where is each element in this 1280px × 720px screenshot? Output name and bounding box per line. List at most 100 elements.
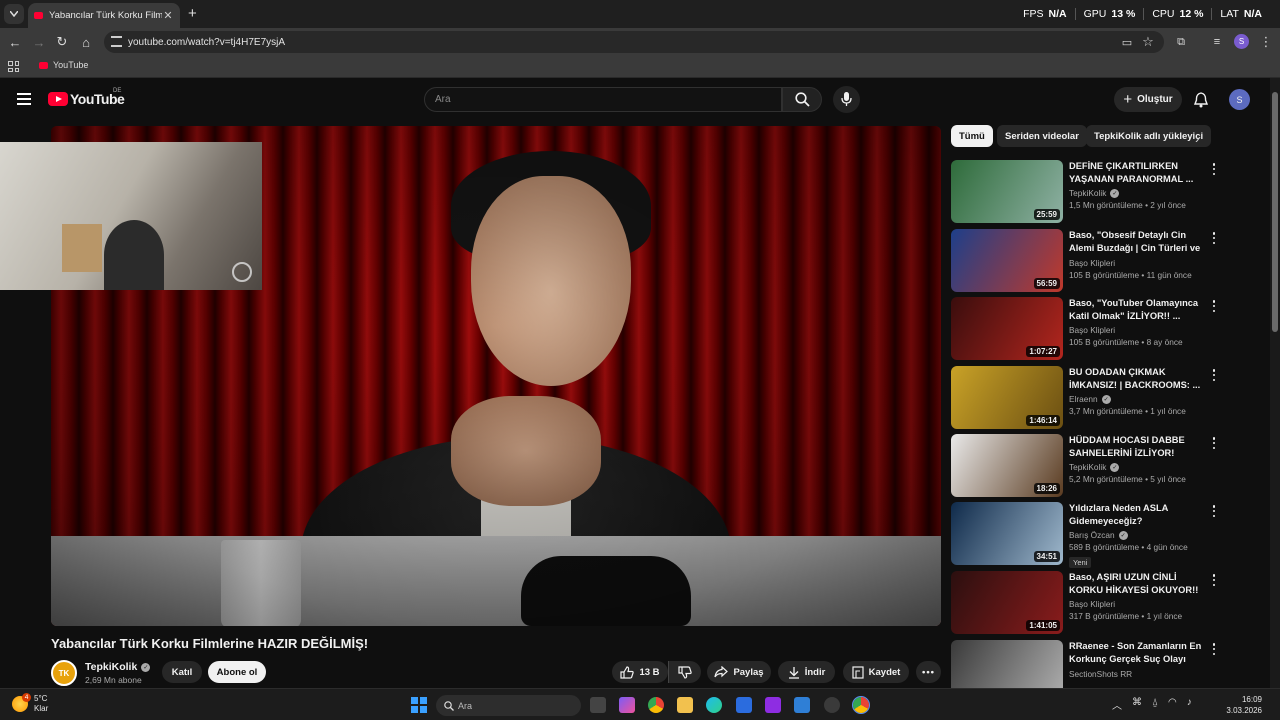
download-button[interactable]: İndir: [778, 661, 835, 683]
more-vertical-icon[interactable]: ⋮: [1257, 33, 1275, 51]
channel-name[interactable]: TepkiKolik: [1069, 462, 1106, 472]
video-title[interactable]: Baso, "Obsesif Detaylı Cin Alemi Buzdağı…: [1069, 229, 1207, 256]
chrome-active-icon[interactable]: [852, 696, 870, 714]
url-text: youtube.com/watch?v=tj4H7E7ysjA: [128, 36, 286, 48]
chip-all[interactable]: Tümü: [951, 125, 993, 147]
scrollbar[interactable]: [1270, 78, 1280, 688]
recommendation-item[interactable]: 1:07:27 Baso, "YouTuber Olamayınca Katil …: [951, 297, 1221, 361]
more-vertical-icon[interactable]: [1211, 505, 1217, 517]
subscribe-button[interactable]: Abone ol: [208, 661, 266, 683]
more-vertical-icon[interactable]: [1211, 232, 1217, 244]
back-arrow-icon[interactable]: ←: [6, 33, 24, 51]
weather-widget[interactable]: 4 5°C Klar: [12, 693, 48, 714]
channel-name[interactable]: Elraenn: [1069, 394, 1098, 404]
reload-icon[interactable]: ↻: [53, 33, 71, 51]
chevron-up-icon[interactable]: ︿: [1112, 697, 1122, 712]
tab-list-button[interactable]: [4, 4, 24, 24]
video-title[interactable]: Baso, "YouTuber Olamayınca Katil Olmak" …: [1069, 297, 1207, 323]
forward-arrow-icon[interactable]: →: [30, 33, 48, 51]
channel-name[interactable]: Başo Klipleri: [1069, 325, 1115, 335]
channel-name[interactable]: Başo Klipleri: [1069, 258, 1115, 268]
notifications-button[interactable]: [1190, 89, 1212, 111]
menu-icon[interactable]: [17, 93, 31, 105]
search-button[interactable]: [782, 87, 822, 112]
chip-uploader[interactable]: TepkiKolik adlı yükleyici: [1086, 125, 1211, 147]
video-thumbnail[interactable]: 34:51: [951, 502, 1063, 565]
recommendation-item[interactable]: 34:51 Yıldızlara Neden ASLA Gidemeyeceğiz…: [951, 502, 1221, 568]
search-input[interactable]: Ara: [424, 87, 782, 112]
task-view-icon[interactable]: [590, 697, 606, 713]
volume-icon[interactable]: ♪: [1187, 697, 1192, 712]
scrollbar-thumb[interactable]: [1272, 92, 1278, 332]
video-thumbnail[interactable]: 25:59: [951, 160, 1063, 223]
store-icon[interactable]: [736, 697, 752, 713]
voice-search-button[interactable]: [833, 86, 860, 113]
user-avatar[interactable]: S: [1229, 89, 1250, 110]
taskbar-search[interactable]: Ara: [436, 695, 581, 716]
video-thumbnail[interactable]: 1:41:05: [951, 571, 1063, 634]
video-title[interactable]: HÜDDAM HOCASI DABBE SAHNELERİNİ İZLİYOR!: [1069, 434, 1207, 460]
copilot-icon[interactable]: [619, 697, 635, 713]
clock[interactable]: 16:09 3.03.2026: [1220, 694, 1262, 716]
edge-icon[interactable]: [706, 697, 722, 713]
bookmark-youtube[interactable]: YouTube: [39, 60, 88, 70]
browser-profile-avatar[interactable]: S: [1234, 34, 1249, 49]
windows-start-icon[interactable]: [411, 697, 427, 713]
dislike-button[interactable]: [668, 661, 701, 683]
video-title[interactable]: DEFİNE ÇIKARTILIRKEN YAŞANAN PARANORMAL …: [1069, 160, 1207, 186]
recommendation-item[interactable]: 56:59 Baso, "Obsesif Detaylı Cin Alemi Bu…: [951, 229, 1221, 293]
video-title[interactable]: Baso, AŞIRI UZUN CİNLİ KORKU HİKAYESİ OK…: [1069, 571, 1207, 597]
chevron-right-icon[interactable]: ›: [1195, 131, 1199, 146]
video-thumbnail[interactable]: 56:59: [951, 229, 1063, 292]
close-icon[interactable]: ✕: [162, 9, 174, 22]
more-vertical-icon[interactable]: [1211, 643, 1217, 655]
address-bar[interactable]: youtube.com/watch?v=tj4H7E7ysjA: [104, 31, 1164, 53]
extensions-icon[interactable]: ⧉: [1172, 33, 1190, 51]
video-title[interactable]: RRaenee - Son Zamanların En Korkunç Gerç…: [1069, 640, 1207, 667]
browser-tab-youtube[interactable]: Yabancılar Türk Korku Filmlerine HAZIR D…: [28, 3, 180, 28]
youtube-logo[interactable]: YouTube DE: [48, 88, 125, 107]
video-title[interactable]: BU ODADAN ÇIKMAK İMKANSIZ! | BACKROOMS: …: [1069, 366, 1207, 392]
create-button[interactable]: + Oluştur: [1114, 87, 1182, 112]
more-vertical-icon[interactable]: [1211, 300, 1217, 312]
channel-name[interactable]: Başo Klipleri: [1069, 599, 1115, 609]
video-title[interactable]: Yıldızlara Neden ASLA Gidemeyeceğiz?: [1069, 502, 1207, 528]
chrome-icon[interactable]: [648, 697, 664, 713]
app-icon[interactable]: [824, 697, 840, 713]
recommendation-item[interactable]: 1:41:05 Baso, AŞIRI UZUN CİNLİ KORKU HİKA…: [951, 571, 1221, 635]
join-button[interactable]: Katıl: [162, 661, 202, 683]
recommendation-item[interactable]: 1:46:14 BU ODADAN ÇIKMAK İMKANSIZ! | BACK…: [951, 366, 1221, 430]
recommendation-item[interactable]: 25:59 DEFİNE ÇIKARTILIRKEN YAŞANAN PARANO…: [951, 160, 1221, 224]
more-vertical-icon[interactable]: [1211, 574, 1217, 586]
app-icon[interactable]: [765, 697, 781, 713]
channel-avatar[interactable]: TK: [51, 660, 77, 686]
video-thumbnail[interactable]: 1:46:14: [951, 366, 1063, 429]
network-icon[interactable]: ⌘: [1132, 697, 1142, 712]
more-vertical-icon[interactable]: [1211, 369, 1217, 381]
recommendation-item[interactable]: 18:26 HÜDDAM HOCASI DABBE SAHNELERİNİ İZL…: [951, 434, 1221, 498]
channel-name[interactable]: TepkiKolik: [1069, 188, 1106, 198]
star-icon[interactable]: ☆: [1139, 33, 1157, 51]
channel-name[interactable]: Barış Özcan: [1069, 530, 1115, 540]
new-tab-button[interactable]: +: [188, 5, 197, 22]
video-thumbnail[interactable]: 18:26: [951, 434, 1063, 497]
save-button[interactable]: Kaydet: [843, 661, 909, 683]
app-icon[interactable]: [794, 697, 810, 713]
chip-series[interactable]: Seriden videolar: [997, 125, 1087, 147]
microphone-icon[interactable]: ⍙: [1152, 697, 1158, 712]
video-thumbnail[interactable]: 1:07:27: [951, 297, 1063, 360]
like-button[interactable]: 13 B: [612, 661, 668, 683]
file-explorer-icon[interactable]: [677, 697, 693, 713]
site-info-icon[interactable]: [111, 36, 122, 47]
wifi-icon[interactable]: ◠: [1168, 697, 1177, 712]
more-actions-button[interactable]: •••: [916, 661, 941, 683]
share-button[interactable]: Paylaş: [707, 661, 771, 683]
channel-name[interactable]: SectionShots RR: [1069, 669, 1132, 679]
channel-name[interactable]: TepkiKolik ✓: [85, 661, 151, 673]
home-icon[interactable]: ⌂: [77, 33, 95, 51]
cast-icon[interactable]: ▭: [1118, 33, 1136, 51]
more-vertical-icon[interactable]: [1211, 163, 1217, 175]
apps-grid-icon[interactable]: [8, 61, 19, 72]
more-vertical-icon[interactable]: [1211, 437, 1217, 449]
media-controls-icon[interactable]: ≡: [1208, 33, 1226, 51]
